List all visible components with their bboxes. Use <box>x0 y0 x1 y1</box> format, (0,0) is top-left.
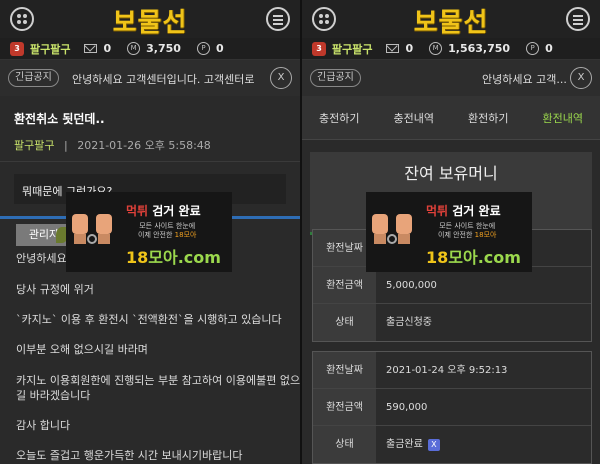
answer-line: 감사 합니다 <box>16 419 71 432</box>
money-icon: M <box>429 42 443 55</box>
post-date: 2021-01-26 오후 5:58:48 <box>77 139 211 152</box>
tab-exchange[interactable]: 환전하기 <box>468 110 508 126</box>
ad-banner[interactable]: 먹튀 검거 완료 모든 사이트 한눈에 이제 안전한 18모아 18모아.com <box>366 192 532 272</box>
money-value: 1,563,750 <box>448 42 511 55</box>
points-icon: P <box>526 42 540 55</box>
post-meta: 팔구팔구 | 2021-01-26 오후 5:58:48 <box>0 133 300 162</box>
date-label: 환전날짜 <box>313 352 376 388</box>
table-row: 상태 출금완료 X <box>313 426 591 463</box>
status-label: 상태 <box>313 426 376 463</box>
notice-close-button[interactable]: X <box>270 67 292 89</box>
notice-close-button[interactable]: X <box>570 67 592 89</box>
post-author[interactable]: 팔구팔구 <box>14 139 54 152</box>
ad-subtext: 모든 사이트 한눈에 이제 안전한 18모아 <box>438 222 497 239</box>
post-title: 환전취소 됫던데.. <box>14 112 105 126</box>
site-logo[interactable]: 보물선 <box>0 2 300 39</box>
table-row: 환전금액 590,000 <box>313 389 591 426</box>
ad-headline: 먹튀 검거 완료 <box>126 204 201 218</box>
money-value: 3,750 <box>146 42 181 55</box>
notice-text[interactable]: 안녕하세요 고객... <box>482 71 572 87</box>
meta-separator: | <box>63 139 68 152</box>
handcuffed-fists-icon <box>372 214 412 244</box>
close-icon[interactable]: X <box>427 439 440 451</box>
answer-line: 당사 규정에 위거 <box>16 283 94 296</box>
message-icon[interactable] <box>386 44 400 53</box>
hamburger-menu-button[interactable] <box>266 7 290 31</box>
cash-tabs: 충전하기 충전내역 환전하기 환전내역 <box>302 96 600 140</box>
ad-site-url: 18모아.com <box>126 248 221 267</box>
username[interactable]: 팔구팔구 <box>332 41 372 57</box>
points-value: 0 <box>215 42 224 55</box>
exchange-record-table: 환전날짜 2021-01-24 오후 9:52:13 환전금액 590,000 … <box>312 351 592 464</box>
ad-subtext: 모든 사이트 한눈에 이제 안전한 18모아 <box>138 222 197 239</box>
answer-line: 안녕하세요 <box>16 252 67 265</box>
top-bar: 보물선 <box>302 0 600 38</box>
table-row: 환전금액 5,000,000 <box>313 267 591 304</box>
username[interactable]: 팔구팔구 <box>30 41 70 57</box>
ad-headline: 먹튀 검거 완료 <box>426 204 501 218</box>
tab-charge-history[interactable]: 충전내역 <box>394 110 434 126</box>
answer-line: 카지노 이용회원한에 진행되는 부분 참고하여 이용에불편 없으시 <box>16 374 300 387</box>
handcuffed-fists-icon <box>72 214 112 244</box>
amount-value: 5,000,000 <box>386 280 437 291</box>
message-icon[interactable] <box>84 44 98 53</box>
points-icon: P <box>196 42 210 55</box>
top-bar: 보물선 <box>0 0 300 38</box>
status-value: 출금신청중 <box>386 317 432 328</box>
notice-text[interactable]: 안녕하세요 고객센터입니다. 고객센터로 <box>72 71 262 87</box>
balance-title: 잔여 보유머니 <box>404 164 498 183</box>
level-badge: 3 <box>10 41 24 56</box>
answer-line: 이부분 오해 없으시길 바라며 <box>16 343 148 356</box>
user-info-bar: 3 팔구팔구 0 M 3,750 P 0 <box>0 38 300 60</box>
table-row: 환전날짜 2021-01-24 오후 9:52:13 <box>313 352 591 389</box>
answer-line: 오늘도 즐겁고 행운가득한 시간 보내시기바랍니다 <box>16 449 243 462</box>
ad-site-url: 18모아.com <box>426 248 521 267</box>
table-row: 상태 출금신청중 <box>313 304 591 341</box>
hamburger-menu-button[interactable] <box>566 7 590 31</box>
amount-value: 590,000 <box>386 402 428 413</box>
notice-tag: 긴급공지 <box>310 69 361 87</box>
money-icon: M <box>127 42 141 55</box>
ad-banner[interactable]: 먹튀 검거 완료 모든 사이트 한눈에 이제 안전한 18모아 18모아.com <box>66 192 232 272</box>
notice-tag: 긴급공지 <box>8 69 59 87</box>
user-info-bar: 3 팔구팔구 0 M 1,563,750 P 0 <box>302 38 600 60</box>
message-count: 0 <box>405 42 414 55</box>
status-label: 상태 <box>313 304 376 341</box>
notice-bar: 긴급공지 안녕하세요 고객... X <box>302 60 600 96</box>
date-value: 2021-01-24 오후 9:52:13 <box>386 365 508 376</box>
tab-exchange-history[interactable]: 환전내역 <box>543 110 583 126</box>
points-value: 0 <box>545 42 553 55</box>
message-count: 0 <box>103 42 112 55</box>
site-logo[interactable]: 보물선 <box>302 2 600 39</box>
status-text: 출금완료 <box>386 439 423 450</box>
notice-bar: 긴급공지 안녕하세요 고객센터입니다. 고객센터로 X <box>0 60 300 96</box>
screenshot-root: 보물선 3 팔구팔구 0 M 3,750 P 0 긴급공지 안녕하세요 고객센터… <box>0 0 600 464</box>
amount-label: 환전금액 <box>313 389 376 425</box>
answer-line: `카지노` 이용 후 환전시 `전액환전`을 시행하고 있습니다 <box>16 313 282 326</box>
status-value: 출금완료 X <box>376 426 591 463</box>
level-badge: 3 <box>312 41 326 56</box>
answer-line: 길 바라겠습니다 <box>16 389 91 402</box>
tab-charge[interactable]: 충전하기 <box>319 110 359 126</box>
amount-label: 환전금액 <box>313 267 376 303</box>
